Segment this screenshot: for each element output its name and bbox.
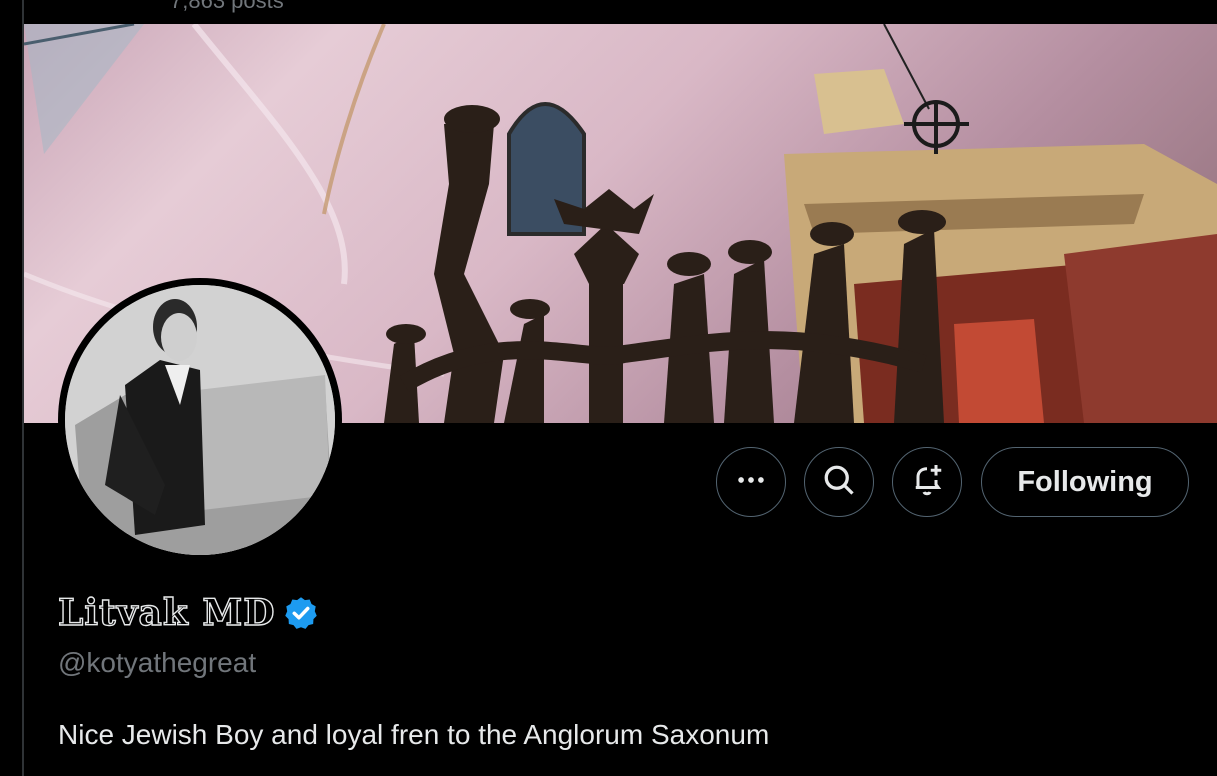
more-button[interactable]	[716, 447, 786, 517]
name-row: Litvak MD	[57, 591, 319, 635]
verified-badge-icon[interactable]	[283, 595, 319, 631]
notifications-button[interactable]	[892, 447, 962, 517]
profile-bio: Nice Jewish Boy and loyal fren to the An…	[58, 719, 770, 750]
search-profile-button[interactable]	[804, 447, 874, 517]
display-name: Litvak MD	[57, 591, 276, 634]
posts-count: 7,863 posts	[170, 0, 284, 13]
bell-plus-icon	[909, 462, 945, 503]
profile-handle: @kotyathegreat	[58, 647, 257, 678]
following-button[interactable]: Following	[981, 447, 1189, 517]
more-horizontal-icon	[734, 463, 768, 502]
search-icon	[821, 462, 857, 503]
profile-avatar[interactable]	[58, 278, 342, 562]
avatar-photo	[65, 285, 335, 555]
